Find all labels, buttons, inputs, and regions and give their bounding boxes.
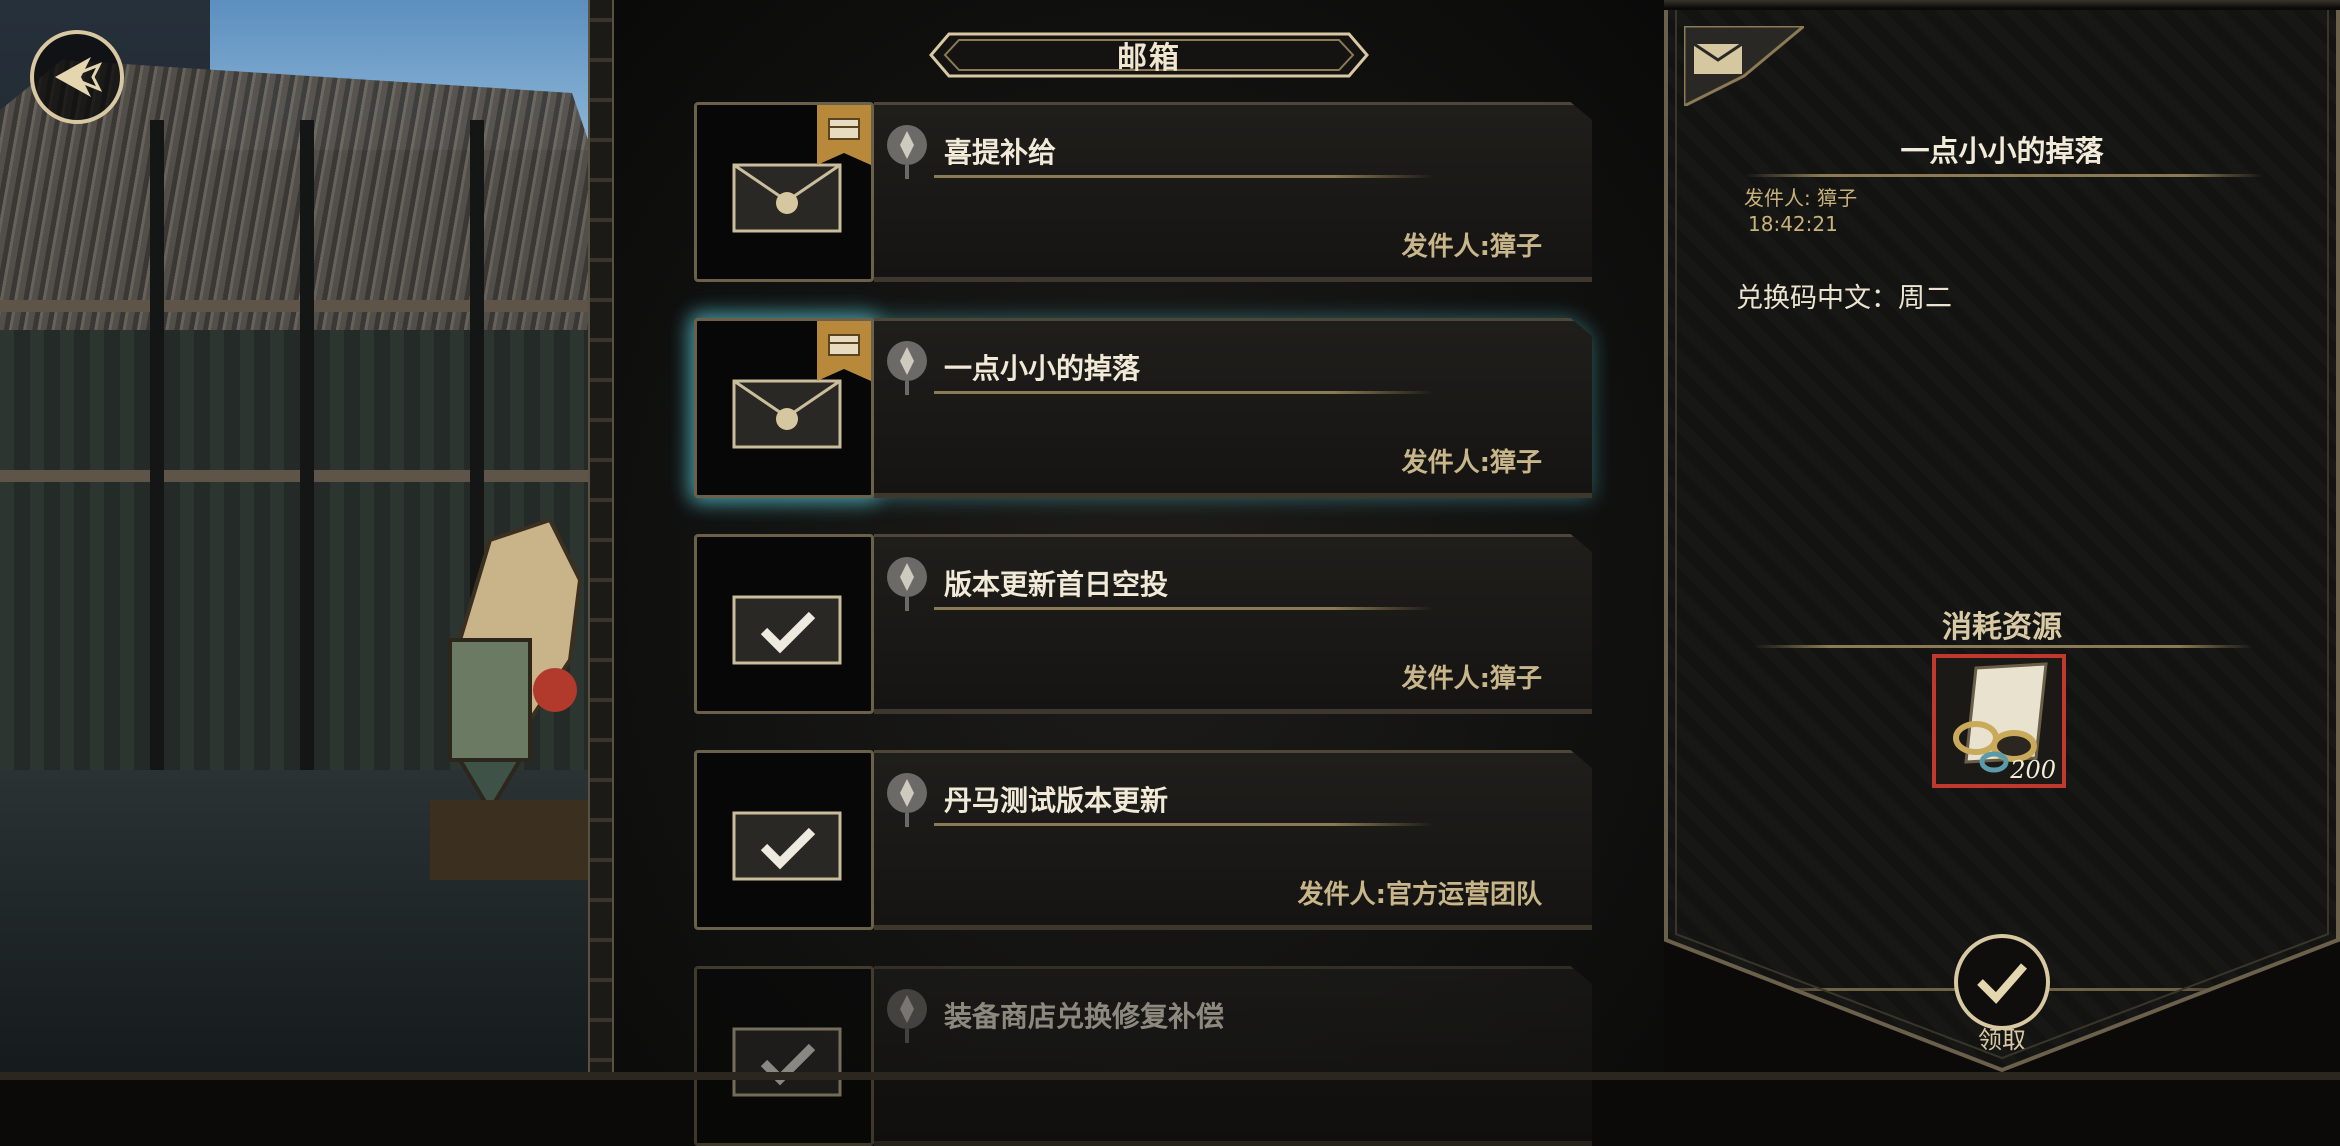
back-button[interactable] (30, 30, 124, 124)
mail-thumbnail (694, 750, 874, 930)
back-arrow-icon (55, 57, 103, 97)
mail-thumbnail (694, 318, 874, 498)
mail-item-selected[interactable]: 一点小小的掉落 发件人:獐子 (694, 318, 1594, 498)
mail-body: 装备商店兑换修复补偿 (874, 966, 1592, 1146)
mail-thumbnail (694, 102, 874, 282)
opened-envelope-check-icon (732, 811, 842, 881)
mail-sender: 发件人:獐子 (1401, 664, 1542, 694)
mail-pin-icon (887, 989, 927, 1043)
bottom-border (0, 1072, 2340, 1080)
gift-box-tag-icon (817, 105, 871, 165)
background-scene (0, 0, 590, 1080)
mail-thumbnail (694, 534, 874, 714)
mail-subject: 装备商店兑换修复补偿 (944, 1000, 1225, 1033)
mail-item[interactable]: 装备商店兑换修复补偿 (694, 966, 1594, 1146)
mail-underline (934, 607, 1434, 610)
mail-underline (934, 823, 1434, 826)
gift-box-tag-icon (817, 321, 871, 381)
mail-item[interactable]: 丹马测试版本更新 发件人:官方运营团队 (694, 750, 1594, 930)
mail-sender: 发件人:獐子 (1401, 448, 1542, 478)
scene-rail (0, 470, 590, 482)
mail-item[interactable]: 版本更新首日空投 发件人:獐子 (694, 534, 1594, 714)
mail-body: 喜提补给 发件人:獐子 (874, 102, 1592, 282)
mail-underline (934, 175, 1434, 178)
mail-subject: 喜提补给 (944, 136, 1057, 169)
mail-body: 一点小小的掉落 发件人:獐子 (874, 318, 1592, 498)
mail-subject: 一点小小的掉落 (944, 352, 1141, 385)
mail-underline (934, 391, 1434, 394)
page-title: 邮箱 (1117, 41, 1181, 76)
sealed-envelope-icon (732, 379, 842, 449)
mail-sender: 发件人:官方运营团队 (1297, 880, 1542, 910)
mail-body: 丹马测试版本更新 发件人:官方运营团队 (874, 750, 1592, 930)
mail-list-panel: 邮箱 喜提补给 发件人:獐子 一点小小的掉落 发件人:獐子 版本更新首日空投 发… (614, 0, 1664, 1146)
mail-body: 版本更新首日空投 发件人:獐子 (874, 534, 1592, 714)
ornamental-divider (588, 0, 614, 1080)
sealed-envelope-icon (732, 163, 842, 233)
mail-thumbnail (694, 966, 874, 1146)
mail-sender: 发件人:獐子 (1401, 232, 1542, 262)
character-figure (430, 520, 590, 880)
mail-pin-icon (887, 557, 927, 611)
mail-subject: 丹马测试版本更新 (944, 784, 1169, 817)
detail-panel-frame (1664, 10, 2340, 1073)
mail-pin-icon (887, 125, 927, 179)
scene-rail (0, 300, 590, 312)
opened-envelope-check-icon (732, 1027, 842, 1097)
mail-subject: 版本更新首日空投 (944, 568, 1169, 601)
mailbox-title-banner: 邮箱 (929, 32, 1369, 78)
mail-pin-icon (887, 341, 927, 395)
opened-envelope-check-icon (732, 595, 842, 665)
mail-item[interactable]: 喜提补给 发件人:獐子 (694, 102, 1594, 282)
mail-pin-icon (887, 773, 927, 827)
